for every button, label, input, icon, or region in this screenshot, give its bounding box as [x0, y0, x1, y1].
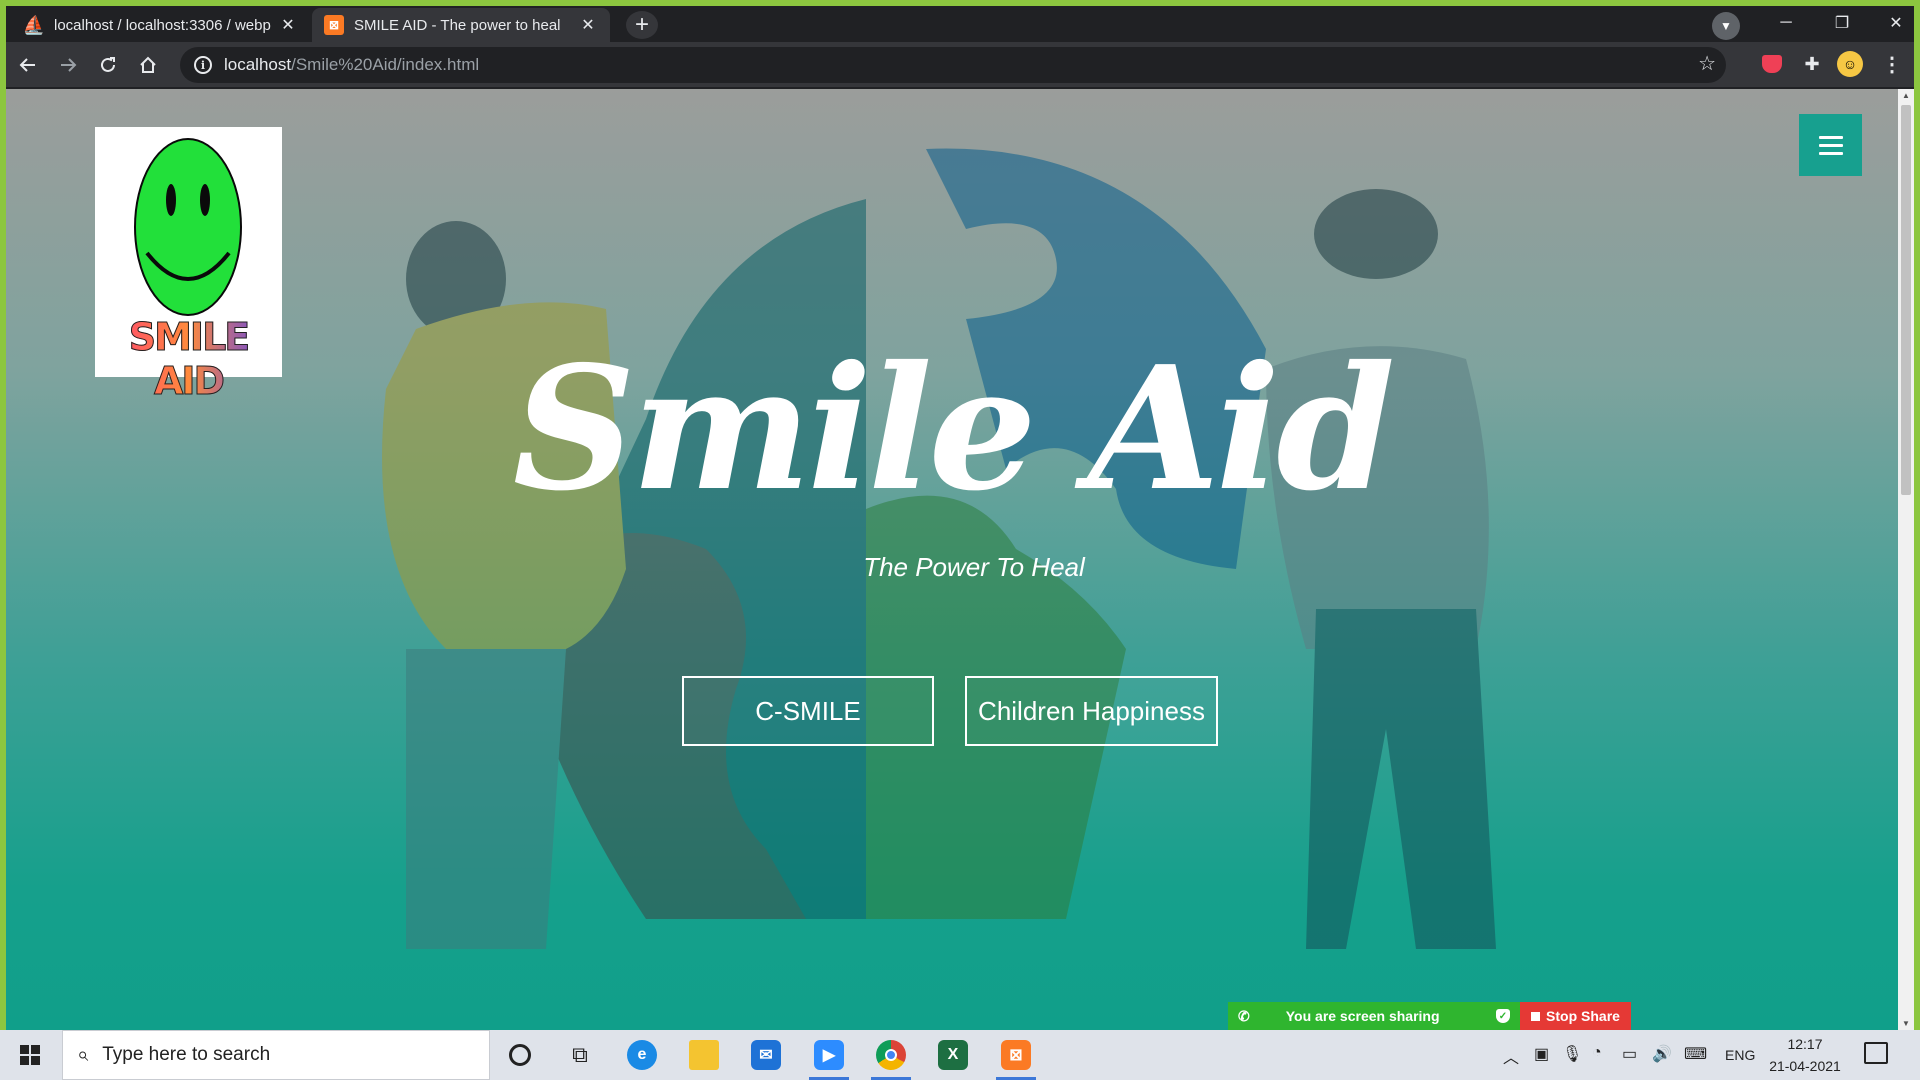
tab-search-button[interactable]: ▼: [1712, 12, 1740, 40]
stop-square-icon: [1531, 1011, 1541, 1021]
reload-button[interactable]: [92, 49, 124, 81]
url-host: localhost: [224, 55, 292, 74]
forward-button[interactable]: [52, 49, 84, 81]
search-placeholder: Type here to search: [102, 1044, 271, 1065]
profile-avatar[interactable]: ☺: [1836, 50, 1864, 78]
taskbar-search-box[interactable]: ⌕ Type here to search: [62, 1030, 490, 1080]
cortana-icon[interactable]: [500, 1038, 540, 1072]
meet-now-icon[interactable]: ▣: [1534, 1044, 1549, 1064]
wifi-icon[interactable]: ◔: [1592, 1044, 1602, 1062]
tab-title: localhost / localhost:3306 / webp: [54, 16, 271, 34]
edge-icon[interactable]: e: [622, 1038, 662, 1072]
search-icon: ⌕: [77, 1043, 89, 1066]
shield-check-icon: ✓: [1496, 1009, 1510, 1023]
scroll-thumb[interactable]: [1901, 105, 1911, 495]
pocket-extension-icon[interactable]: [1758, 50, 1786, 78]
restore-button[interactable]: ❐: [1814, 8, 1870, 38]
tab-strip: ⛵ localhost / localhost:3306 / webp ✕ ⊠ …: [6, 6, 1914, 42]
home-icon: [140, 56, 156, 73]
volume-icon[interactable]: 🔊: [1652, 1044, 1672, 1064]
web-page: SMILE AID Smile Aid The Power To Heal C-…: [6, 89, 1898, 1030]
file-explorer-icon[interactable]: [684, 1038, 724, 1072]
screen-sharing-status[interactable]: ✆ You are screen sharing ✓: [1228, 1002, 1520, 1030]
arrow-left-icon: [19, 58, 35, 72]
browser-toolbar: i localhost/Smile%20Aid/index.html ☆ ✚ ☺…: [6, 42, 1914, 88]
windows-taskbar: ⌕ Type here to search ⧉ e ✉ ▶ X ⊠ ︿ ▣ 🎙 …: [0, 1030, 1920, 1080]
clock-date[interactable]: 21-04-2021: [1764, 1058, 1846, 1074]
scroll-down-arrow-icon[interactable]: ▼: [1902, 1019, 1910, 1028]
microphone-icon[interactable]: 🎙: [1562, 1044, 1582, 1064]
windows-start-icon[interactable]: [10, 1042, 50, 1068]
screen-sharing-label: You are screen sharing: [1285, 1008, 1440, 1024]
children-happiness-button[interactable]: Children Happiness: [965, 676, 1218, 746]
hamburger-menu-button[interactable]: [1799, 114, 1862, 176]
close-tab-icon[interactable]: ✕: [278, 15, 298, 35]
new-tab-button[interactable]: +: [626, 11, 658, 39]
c-smile-button[interactable]: C-SMILE: [682, 676, 934, 746]
address-bar[interactable]: i localhost/Smile%20Aid/index.html ☆: [180, 47, 1726, 83]
keyboard-icon[interactable]: ⌨: [1684, 1044, 1707, 1064]
home-button[interactable]: [132, 49, 164, 81]
phone-icon: ✆: [1238, 1007, 1250, 1024]
mail-icon[interactable]: ✉: [746, 1038, 786, 1072]
task-view-icon[interactable]: ⧉: [560, 1038, 600, 1072]
page-scrollbar[interactable]: ▲ ▼: [1898, 89, 1914, 1030]
screen-sharing-bar: ✆ You are screen sharing ✓ Stop Share: [1228, 1002, 1631, 1030]
bookmark-star-icon[interactable]: ☆: [1698, 51, 1716, 76]
notification-center-icon[interactable]: [1864, 1042, 1888, 1064]
chrome-icon[interactable]: [871, 1038, 911, 1080]
extensions-puzzle-icon[interactable]: ✚: [1798, 50, 1826, 78]
xampp-icon[interactable]: ⊠: [996, 1038, 1036, 1080]
hero-subtitle: The Power To Heal: [863, 552, 1085, 582]
tab-phpmyadmin[interactable]: ⛵ localhost / localhost:3306 / webp ✕: [12, 8, 310, 42]
stop-share-label: Stop Share: [1546, 1008, 1620, 1024]
stop-share-button[interactable]: Stop Share: [1520, 1002, 1631, 1030]
phpmyadmin-icon: ⛵: [22, 14, 46, 35]
close-tab-icon[interactable]: ✕: [578, 15, 598, 35]
hero-title: Smile Aid: [512, 329, 1396, 529]
reload-icon: [101, 57, 115, 72]
tab-smile-aid[interactable]: ⊠ SMILE AID - The power to heal ✕: [312, 8, 610, 42]
smiley-face-icon: [134, 138, 242, 316]
scroll-up-arrow-icon[interactable]: ▲: [1902, 91, 1910, 100]
minimize-button[interactable]: ─: [1758, 8, 1814, 38]
zoom-icon[interactable]: ▶: [809, 1038, 849, 1080]
url-path: /Smile%20Aid/index.html: [291, 55, 480, 74]
arrow-right-icon: [61, 58, 77, 72]
clock-time[interactable]: 12:17: [1772, 1036, 1838, 1052]
excel-icon[interactable]: X: [933, 1038, 973, 1072]
xampp-icon: ⊠: [324, 15, 344, 35]
info-icon[interactable]: i: [194, 56, 212, 74]
back-button[interactable]: [12, 49, 44, 81]
chrome-menu-icon[interactable]: ⋮: [1878, 50, 1906, 78]
tab-title: SMILE AID - The power to heal: [354, 16, 561, 34]
close-window-button[interactable]: ✕: [1868, 8, 1920, 38]
show-hidden-icons-chevron-icon[interactable]: ︿: [1503, 1044, 1519, 1068]
battery-icon[interactable]: ▭: [1622, 1044, 1637, 1064]
input-language[interactable]: ENG: [1725, 1047, 1755, 1063]
